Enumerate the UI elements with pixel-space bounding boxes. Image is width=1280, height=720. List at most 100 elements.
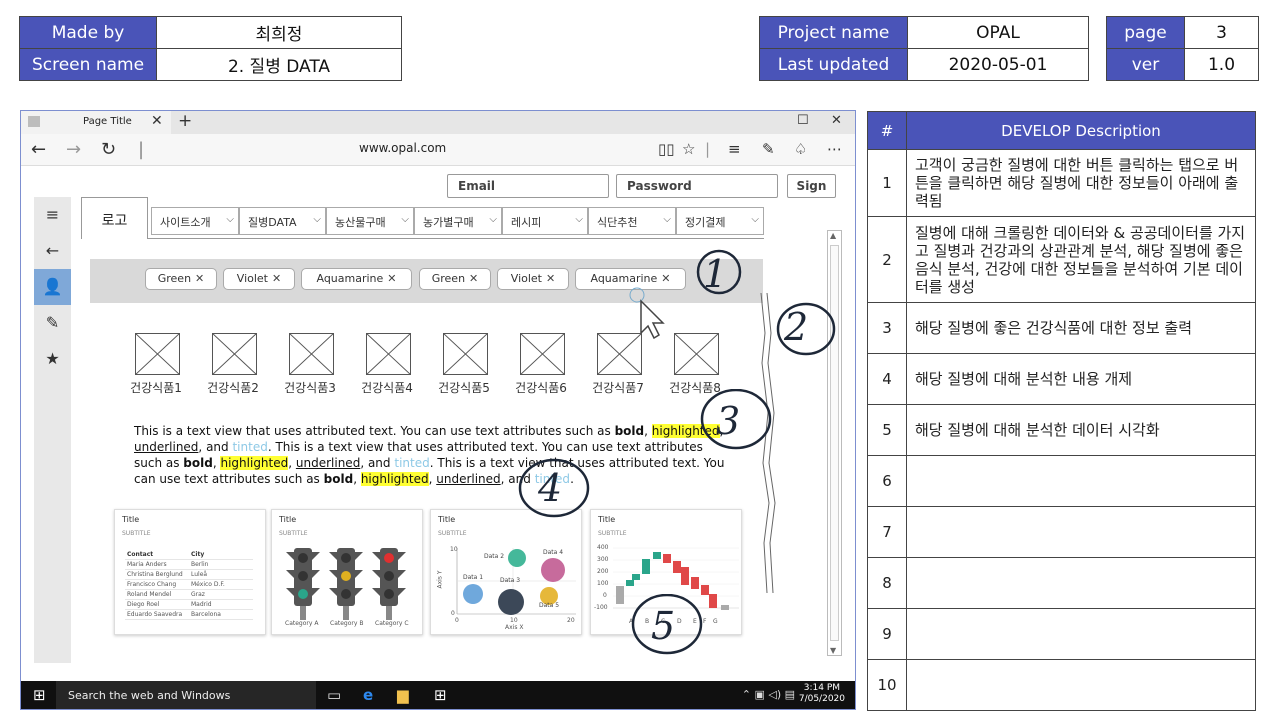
close-icon[interactable]: ✕	[195, 272, 204, 285]
menu-produce-buy[interactable]: 농산물구매 ⌵	[326, 207, 414, 235]
menu-diet[interactable]: 식단추천 ⌵	[588, 207, 676, 235]
food-item[interactable]: 건강식품5	[431, 333, 497, 396]
hamburger-menu-icon[interactable]: ≡	[34, 197, 71, 233]
close-window-icon[interactable]: ✕	[831, 113, 842, 128]
hub-icon[interactable]: ≡	[728, 140, 741, 158]
table-cell: Christina Berglund	[125, 569, 189, 580]
system-tray-icons[interactable]: ⌃ ▣ ◁) ▤	[742, 688, 795, 701]
chip-aquamarine[interactable]: Aquamarine ✕	[301, 268, 412, 290]
header-mid-table: Project name OPAL Last updated 2020-05-0…	[759, 16, 1089, 81]
menu-subscription[interactable]: 정기결제 ⌵	[676, 207, 764, 235]
close-icon[interactable]: ✕	[272, 272, 281, 285]
y-tick: 200	[597, 568, 609, 575]
password-field[interactable]: Password	[616, 174, 778, 198]
desc-text	[906, 659, 1256, 711]
file-explorer-icon[interactable]: ▆	[397, 686, 409, 704]
desc-text	[906, 506, 1256, 558]
sign-button[interactable]: Sign	[787, 174, 836, 198]
taskbar-clock[interactable]: 3:14 PM 7/05/2020	[799, 683, 845, 705]
user-icon[interactable]: 👤	[34, 269, 71, 305]
windows-start-icon[interactable]: ⊞	[33, 686, 46, 704]
header-right-table: page 3 ver 1.0	[1106, 16, 1259, 81]
food-item[interactable]: 건강식품1	[123, 333, 189, 396]
food-item[interactable]: 건강식품4	[354, 333, 420, 396]
bubble-label: Data 4	[543, 549, 564, 556]
more-icon[interactable]: ⋯	[827, 140, 842, 158]
table-cell: Madrid	[189, 599, 253, 610]
favorite-star-icon[interactable]: ☆	[682, 140, 695, 158]
y-tick: 10	[450, 546, 458, 553]
table-header: Contact	[125, 550, 189, 560]
sidebar-back-icon[interactable]: ←	[34, 233, 71, 269]
chip-violet[interactable]: Violet ✕	[223, 268, 295, 290]
vertical-scrollbar[interactable]: ▲ ▼	[827, 230, 842, 656]
project-name-label: Project name	[759, 16, 908, 49]
menu-label: 레시피	[511, 216, 542, 229]
forward-icon[interactable]: →	[66, 139, 81, 160]
food-item[interactable]: 건강식품7	[585, 333, 651, 396]
desc-row: 9	[867, 608, 1256, 660]
desc-num: 1	[867, 149, 907, 217]
note-icon[interactable]: ✎	[762, 140, 775, 158]
scroll-down-icon[interactable]: ▼	[830, 646, 836, 655]
table-cell: Barcelona	[189, 609, 253, 620]
chip-green[interactable]: Green ✕	[145, 268, 217, 290]
text-run: This is a text view that uses attributed…	[134, 424, 615, 438]
table-row: Diego Roel Madrid	[125, 599, 253, 610]
clock-date: 7/05/2020	[798, 694, 845, 704]
page-value: 3	[1184, 16, 1259, 49]
menu-disease-data[interactable]: 질병DATA ⌵	[239, 207, 326, 235]
image-placeholder-icon	[289, 333, 334, 375]
food-item[interactable]: 건강식품6	[508, 333, 574, 396]
url-text[interactable]: www.opal.com	[359, 141, 446, 155]
task-view-icon[interactable]: ▭	[327, 686, 341, 704]
card-title: Title	[598, 515, 616, 524]
chip-violet-2[interactable]: Violet ✕	[497, 268, 569, 290]
menu-farm-buy[interactable]: 농가별구매 ⌵	[414, 207, 502, 235]
chip-green-2[interactable]: Green ✕	[419, 268, 491, 290]
pencil-icon[interactable]: ✎	[34, 305, 71, 341]
card-bubble-chart: Title SUBTITLE 10 0 0 10 20 Axis X Axis …	[430, 509, 582, 635]
store-icon[interactable]: ⊞	[434, 686, 447, 704]
close-icon[interactable]: ✕	[661, 272, 670, 285]
food-label: 건강식품6	[515, 381, 567, 395]
share-icon[interactable]: ♤	[794, 140, 807, 158]
menu-recipe[interactable]: 레시피 ⌵	[502, 207, 588, 235]
close-tab-icon[interactable]: ✕	[151, 113, 163, 129]
edge-browser-icon[interactable]: e	[363, 686, 373, 704]
scroll-up-icon[interactable]: ▲	[830, 231, 836, 240]
food-item[interactable]: 건강식품8	[662, 333, 728, 396]
food-item[interactable]: 건강식품3	[277, 333, 343, 396]
new-tab-icon[interactable]: +	[178, 111, 192, 131]
desc-row: 6	[867, 455, 1256, 507]
text-tinted: tinted	[394, 456, 430, 470]
food-item[interactable]: 건강식품2	[200, 333, 266, 396]
desc-num: 9	[867, 608, 907, 660]
chip-label: Green	[157, 272, 192, 285]
close-icon[interactable]: ✕	[546, 272, 555, 285]
refresh-icon[interactable]: ↻	[101, 139, 116, 160]
sidebar: ≡ ← 👤 ✎ ★	[34, 197, 71, 663]
traffic-label: Category A	[285, 620, 319, 627]
table-row: Francisco Chang México D.F.	[125, 579, 253, 590]
menu-site-intro[interactable]: 사이트소개 ⌵	[151, 207, 239, 235]
close-icon[interactable]: ✕	[469, 272, 478, 285]
table-cell: Luleå	[189, 569, 253, 580]
taskbar-search[interactable]: Search the web and Windows	[56, 681, 316, 709]
ver-label: ver	[1106, 48, 1185, 81]
star-icon[interactable]: ★	[34, 341, 71, 377]
maximize-icon[interactable]: ☐	[797, 113, 809, 128]
x-tick: 10	[510, 617, 518, 624]
food-label: 건강식품3	[284, 381, 336, 395]
annotation-4: 4	[518, 458, 590, 518]
email-field[interactable]: Email	[447, 174, 609, 198]
traffic-label: Category B	[330, 620, 364, 627]
close-icon[interactable]: ✕	[387, 272, 396, 285]
logo-tab[interactable]: 로고	[81, 197, 148, 239]
table-cell: Maria Anders	[125, 559, 189, 570]
browser-tab[interactable]: Page Title ✕	[21, 111, 171, 134]
back-icon[interactable]: ←	[31, 139, 46, 160]
card-subtitle: SUBTITLE	[122, 530, 151, 537]
bubble-label: Data 1	[463, 574, 484, 581]
reading-view-icon[interactable]: ▯▯	[658, 140, 675, 158]
